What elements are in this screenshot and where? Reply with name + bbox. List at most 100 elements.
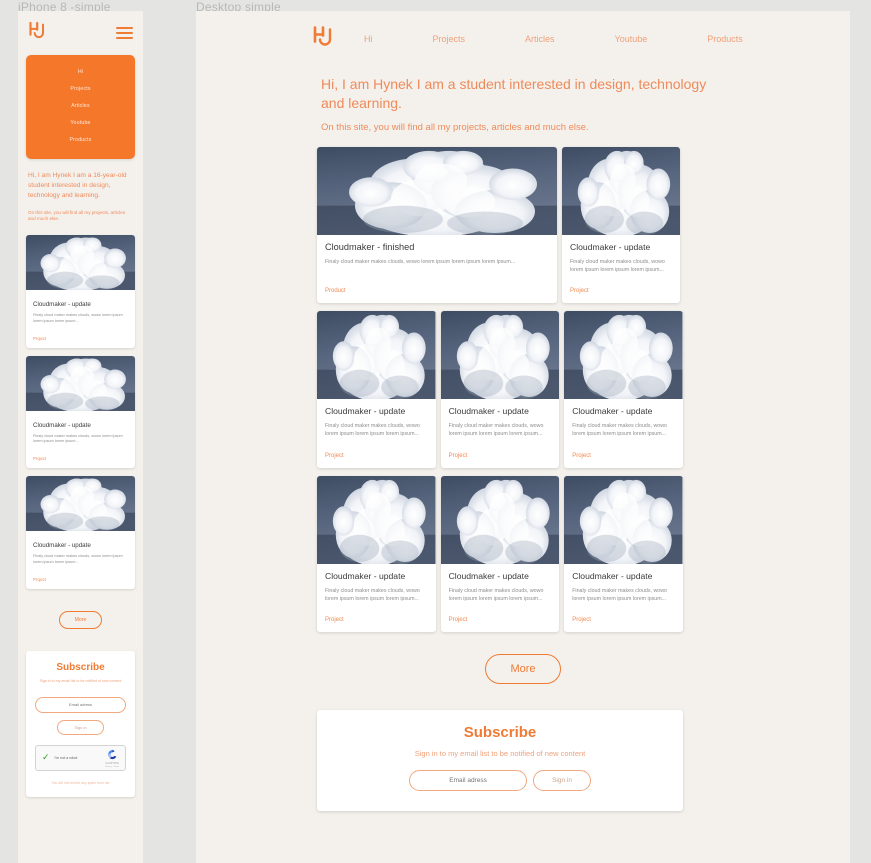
desktop-hero-subtitle: On this site, you will find all my proje… bbox=[321, 121, 589, 133]
nav-item-youtube[interactable]: Youtube bbox=[585, 34, 678, 44]
desktop-card-description: Finaly cloud maker makes clouds, wowo lo… bbox=[572, 587, 667, 602]
cloud-photo bbox=[441, 311, 560, 399]
mobile-card-description: Finaly cloud maker makes clouds, wowo lo… bbox=[33, 554, 123, 564]
mobile-nav-menu: Hi Projects Articles Youtube Products bbox=[26, 55, 135, 159]
mobile-card-title: Cloudmaker - update bbox=[33, 542, 91, 550]
hamburger-menu-icon[interactable] bbox=[116, 26, 133, 40]
desktop-card-tag[interactable]: Project bbox=[449, 439, 552, 459]
nav-item-articles[interactable]: Articles bbox=[26, 97, 135, 114]
desktop-card-row: Cloudmaker - update Finaly cloud maker m… bbox=[317, 311, 683, 468]
desktop-hero-title: Hi, I am Hynek I am a student interested… bbox=[321, 76, 707, 111]
cloud-photo bbox=[26, 356, 135, 411]
desktop-card-grid: Cloudmaker - finished Finaly cloud maker… bbox=[317, 146, 683, 632]
nav-item-projects[interactable]: Projects bbox=[26, 80, 135, 97]
desktop-card-title: Cloudmaker - update bbox=[325, 406, 406, 417]
desktop-card-title: Cloudmaker - update bbox=[572, 406, 653, 417]
desktop-card-body: Cloudmaker - finished Finaly cloud maker… bbox=[317, 235, 557, 303]
logo-hj-icon[interactable] bbox=[312, 25, 336, 53]
desktop-card-body: Cloudmaker - update Finaly cloud maker m… bbox=[317, 399, 436, 467]
desktop-card-description: Finaly cloud maker makes clouds, wowo lo… bbox=[325, 258, 516, 265]
mobile-artboard: Hi Projects Articles Youtube Products Hi… bbox=[18, 11, 143, 863]
mobile-card-tag[interactable]: Project bbox=[33, 577, 128, 582]
recaptcha-label: I'm not a robot bbox=[54, 755, 78, 760]
desktop-card[interactable]: Cloudmaker - update Finaly cloud maker m… bbox=[317, 475, 436, 632]
desktop-card-description: Finaly cloud maker makes clouds, wowo lo… bbox=[325, 587, 420, 602]
mobile-card[interactable]: Cloudmaker - update Finaly cloud maker m… bbox=[26, 476, 135, 589]
desktop-card-body: Cloudmaker - update Finaly cloud maker m… bbox=[564, 399, 683, 467]
recaptcha-checkmark-icon[interactable]: ✓ bbox=[42, 753, 50, 762]
desktop-card-tag[interactable]: Product bbox=[325, 274, 549, 294]
mobile-card[interactable]: Cloudmaker - update Finaly cloud maker m… bbox=[26, 235, 135, 348]
desktop-card-description: Finaly cloud maker makes clouds, wowo lo… bbox=[448, 423, 544, 438]
cloud-photo bbox=[317, 476, 436, 564]
nav-item-projects[interactable]: Projects bbox=[403, 34, 496, 44]
desktop-card[interactable]: Cloudmaker - update Finaly cloud maker m… bbox=[564, 311, 683, 468]
desktop-card-featured[interactable]: Cloudmaker - finished Finaly cloud maker… bbox=[317, 146, 557, 304]
desktop-email-input[interactable] bbox=[409, 770, 528, 791]
desktop-more-container: More bbox=[196, 654, 850, 684]
desktop-card-title: Cloudmaker - update bbox=[570, 241, 651, 252]
mobile-more-button[interactable]: More bbox=[58, 610, 103, 629]
desktop-card[interactable]: Cloudmaker - update Finaly cloud maker m… bbox=[562, 146, 680, 304]
mobile-card-body: Cloudmaker - update Finaly cloud maker m… bbox=[26, 536, 135, 588]
desktop-card-tag[interactable]: Project bbox=[449, 603, 552, 623]
mobile-subscribe-note: You will not receive any spam from me bbox=[51, 780, 110, 785]
mobile-email-input[interactable] bbox=[35, 696, 126, 713]
mobile-card[interactable]: Cloudmaker - update Finaly cloud maker m… bbox=[26, 355, 135, 469]
desktop-more-button[interactable]: More bbox=[485, 654, 561, 684]
desktop-header: Hi Projects Articles Youtube Products bbox=[196, 11, 850, 53]
desktop-card-description: Finaly cloud maker makes clouds, wowo lo… bbox=[325, 423, 420, 438]
cloud-photo bbox=[564, 311, 683, 399]
mobile-signin-button[interactable]: Sign in bbox=[57, 719, 104, 735]
nav-item-hi[interactable]: Hi bbox=[26, 63, 135, 80]
desktop-card-description: Finaly cloud maker makes clouds, wowo lo… bbox=[570, 258, 665, 273]
mobile-subscribe-title: Subscribe bbox=[56, 661, 105, 673]
mobile-card-body: Cloudmaker - update Finaly cloud maker m… bbox=[26, 295, 135, 347]
desktop-card-tag[interactable]: Project bbox=[572, 603, 675, 623]
mobile-card-description: Finaly cloud maker makes clouds, wowo lo… bbox=[33, 433, 123, 444]
cloud-photo bbox=[441, 476, 560, 564]
nav-item-articles[interactable]: Articles bbox=[495, 34, 585, 44]
desktop-card[interactable]: Cloudmaker - update Finaly cloud maker m… bbox=[317, 311, 436, 468]
desktop-card-tag[interactable]: Project bbox=[325, 603, 428, 623]
cloud-photo bbox=[317, 311, 436, 399]
recaptcha-brand: reCAPTCHA bbox=[105, 761, 119, 765]
mobile-hero-title: Hi, I am Hynek I am a 16-year-old studen… bbox=[28, 171, 127, 200]
desktop-card-title: Cloudmaker - update bbox=[325, 570, 406, 581]
nav-item-products[interactable]: Products bbox=[677, 34, 773, 44]
desktop-card-tag[interactable]: Project bbox=[325, 439, 428, 459]
desktop-card-title: Cloudmaker - finished bbox=[325, 241, 415, 252]
desktop-subscribe-description: Sign in to my email list to be notified … bbox=[414, 749, 586, 758]
mobile-card-title: Cloudmaker - update bbox=[33, 301, 91, 309]
recaptcha-terms[interactable]: Privacy - Terms bbox=[105, 766, 119, 768]
desktop-hero: Hi, I am Hynek I am a student interested… bbox=[321, 75, 721, 133]
cloud-photo bbox=[562, 147, 680, 235]
nav-item-hi[interactable]: Hi bbox=[358, 34, 403, 44]
desktop-card-description: Finaly cloud maker makes clouds, wowo lo… bbox=[572, 423, 667, 438]
mobile-subscribe-section: Subscribe Sign in to my email list to be… bbox=[26, 650, 135, 797]
desktop-subscribe-title: Subscribe bbox=[463, 724, 537, 741]
desktop-card-body: Cloudmaker - update Finaly cloud maker m… bbox=[564, 564, 683, 632]
desktop-card[interactable]: Cloudmaker - update Finaly cloud maker m… bbox=[440, 475, 560, 632]
desktop-card-title: Cloudmaker - update bbox=[448, 406, 529, 417]
desktop-card-body: Cloudmaker - update Finaly cloud maker m… bbox=[562, 235, 680, 303]
mobile-more-container: More bbox=[18, 589, 143, 647]
cloud-photo bbox=[564, 476, 683, 564]
desktop-card[interactable]: Cloudmaker - update Finaly cloud maker m… bbox=[564, 475, 683, 632]
mobile-card-tag[interactable]: Project bbox=[33, 456, 128, 461]
logo-hj-icon[interactable] bbox=[28, 21, 48, 45]
desktop-card-body: Cloudmaker - update Finaly cloud maker m… bbox=[317, 564, 436, 632]
desktop-subscribe-form: Sign in bbox=[337, 770, 663, 791]
mobile-card-tag[interactable]: Project bbox=[33, 336, 128, 341]
desktop-card-tag[interactable]: Project bbox=[570, 274, 672, 294]
nav-item-products[interactable]: Products bbox=[26, 132, 135, 149]
recaptcha-widget[interactable]: ✓ I'm not a robot reCAPTCHA Privacy - Te… bbox=[35, 744, 126, 771]
mobile-header bbox=[18, 11, 143, 51]
desktop-artboard: Hi Projects Articles Youtube Products Hi… bbox=[196, 11, 850, 863]
desktop-card[interactable]: Cloudmaker - update Finaly cloud maker m… bbox=[440, 311, 560, 468]
desktop-signin-button[interactable]: Sign in bbox=[533, 770, 591, 791]
desktop-card-body: Cloudmaker - update Finaly cloud maker m… bbox=[441, 399, 560, 467]
nav-item-youtube[interactable]: Youtube bbox=[26, 115, 135, 132]
desktop-card-description: Finaly cloud maker makes clouds, wowo lo… bbox=[448, 587, 544, 602]
desktop-card-tag[interactable]: Project bbox=[572, 439, 675, 459]
